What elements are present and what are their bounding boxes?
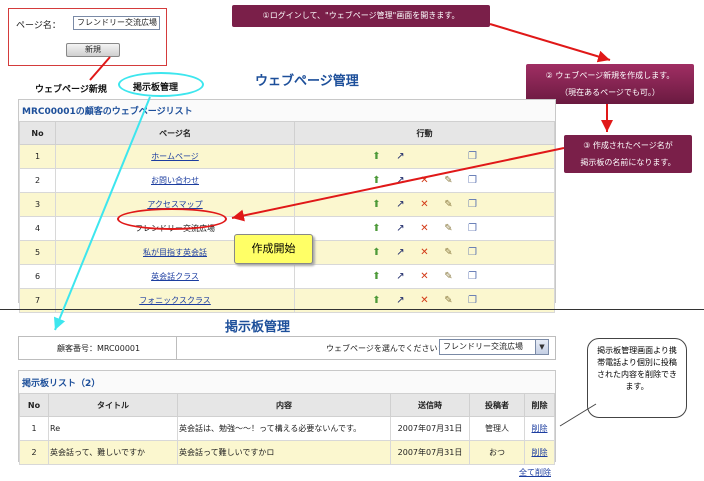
arrow-board [53, 96, 151, 331]
arrow-delete-note [559, 403, 597, 427]
arrow-step3 [231, 147, 565, 222]
arrow-step1 [489, 23, 611, 63]
annotation-arrows [53, 23, 613, 427]
arrow-new [89, 56, 111, 81]
